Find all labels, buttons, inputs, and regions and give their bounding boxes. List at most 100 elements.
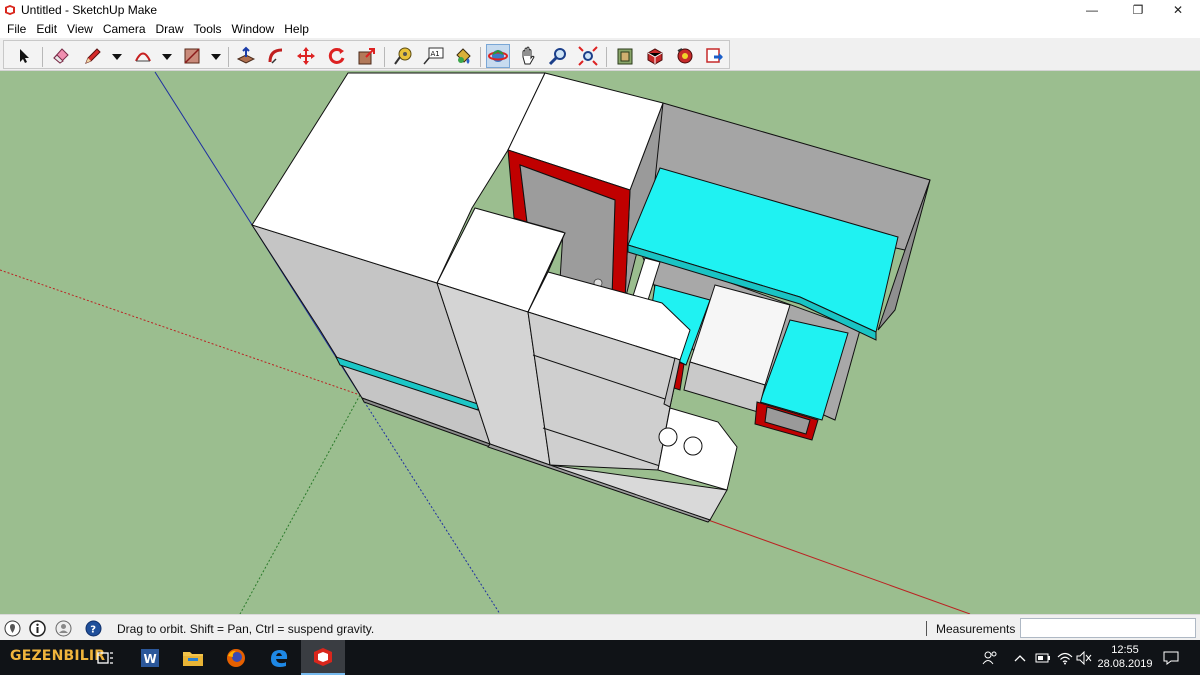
layout-tool[interactable] <box>673 44 697 68</box>
maximize-button[interactable]: ❐ <box>1118 0 1158 20</box>
rectangle-dropdown-chevron-icon[interactable] <box>211 54 221 60</box>
text-label-icon: A1 <box>423 47 444 65</box>
magnifier-icon <box>548 48 566 66</box>
edge-icon <box>271 649 288 667</box>
rectangle-tool[interactable] <box>180 44 204 68</box>
people-icon <box>982 651 997 664</box>
model-viewport[interactable] <box>0 71 1200 614</box>
menu-file[interactable]: File <box>2 20 31 38</box>
clock-date: 28.08.2019 <box>1097 658 1153 670</box>
minimize-button[interactable]: — <box>1072 0 1112 20</box>
orbit-icon <box>488 49 508 62</box>
move-icon <box>297 47 315 65</box>
measurements-divider <box>926 621 927 636</box>
user-account-icon[interactable] <box>55 620 72 637</box>
rectangle-icon <box>184 48 200 64</box>
follow-me-tool[interactable] <box>264 44 288 68</box>
menu-tools[interactable]: Tools <box>189 20 227 38</box>
file-explorer-button[interactable] <box>171 640 215 675</box>
menu-draw[interactable]: Draw <box>151 20 189 38</box>
people-button[interactable] <box>982 640 998 675</box>
toolbar-separator <box>606 47 607 67</box>
battery-icon <box>1035 653 1050 662</box>
scale-icon <box>358 48 375 65</box>
arc-tool[interactable] <box>131 44 155 68</box>
select-tool[interactable] <box>12 44 36 68</box>
sketchup-logo-icon <box>5 5 15 15</box>
getting-started-toolbar: A1 <box>0 38 1200 71</box>
volume-indicator[interactable] <box>1076 640 1092 675</box>
svg-text:W: W <box>144 652 157 666</box>
menu-camera[interactable]: Camera <box>98 20 151 38</box>
toolbar-separator <box>384 47 385 67</box>
firefox-icon <box>227 648 245 667</box>
measurements-input[interactable] <box>1020 618 1196 638</box>
follow-me-icon <box>268 48 283 64</box>
pan-tool[interactable] <box>516 44 540 68</box>
text-tool[interactable]: A1 <box>421 44 445 68</box>
push-pull-tool[interactable] <box>234 44 258 68</box>
show-hidden-icons-button[interactable] <box>1014 640 1026 675</box>
warehouse-icon <box>617 48 633 65</box>
menu-view[interactable]: View <box>62 20 98 38</box>
3d-warehouse-tool[interactable] <box>613 44 637 68</box>
window-title: Untitled - SketchUp Make <box>21 3 158 17</box>
tape-measure-icon <box>394 47 412 65</box>
tape-measure-tool[interactable] <box>391 44 415 68</box>
close-button[interactable]: ✕ <box>1158 0 1198 20</box>
toolbar-separator <box>228 47 229 67</box>
status-hint: Drag to orbit. Shift = Pan, Ctrl = suspe… <box>117 622 375 636</box>
sketchup-taskbar-button[interactable] <box>301 640 345 675</box>
scale-tool[interactable] <box>355 44 379 68</box>
edge-button[interactable] <box>257 640 301 675</box>
pencil-line-tool[interactable] <box>81 44 105 68</box>
word-app-button[interactable]: W <box>128 640 172 675</box>
windows-taskbar: GEZENBILIR W 12:55 28.08.2019 <box>0 640 1200 675</box>
speaker-muted-icon <box>1076 650 1092 665</box>
paint-bucket-icon <box>456 48 471 64</box>
window-controls: — ❐ ✕ <box>1072 0 1200 20</box>
orbit-tool[interactable] <box>486 44 510 68</box>
paint-bucket-tool[interactable] <box>451 44 475 68</box>
credits-info-icon[interactable] <box>29 620 46 637</box>
toolbar-separator <box>480 47 481 67</box>
notification-icon <box>1163 651 1179 665</box>
wifi-indicator[interactable] <box>1057 640 1073 675</box>
close-icon: ✕ <box>1172 3 1184 17</box>
send-to-layout-tool[interactable] <box>703 44 727 68</box>
zoom-extents-tool[interactable] <box>576 44 600 68</box>
rotate-tool[interactable] <box>325 44 349 68</box>
menu-edit[interactable]: Edit <box>31 20 62 38</box>
arrow-cursor-icon <box>20 49 29 63</box>
push-pull-icon <box>236 46 256 64</box>
svg-text:A1: A1 <box>431 50 440 58</box>
extension-warehouse-tool[interactable] <box>643 44 667 68</box>
model-canvas[interactable] <box>0 71 1200 614</box>
battery-indicator[interactable] <box>1035 640 1051 675</box>
measurements-label: Measurements <box>936 622 1016 636</box>
extension-box-icon <box>647 48 663 65</box>
restore-icon: ❐ <box>1132 3 1144 17</box>
rotate-icon <box>328 47 345 64</box>
arc-dropdown-chevron-icon[interactable] <box>162 54 172 60</box>
menu-window[interactable]: Window <box>227 20 280 38</box>
firefox-button[interactable] <box>214 640 258 675</box>
sketchup-window: Untitled - SketchUp Make — ❐ ✕ File Edit… <box>0 0 1200 675</box>
move-tool[interactable] <box>294 44 318 68</box>
system-clock[interactable]: 12:55 28.08.2019 <box>1095 643 1155 671</box>
zoom-tool[interactable] <box>546 44 570 68</box>
title-bar: Untitled - SketchUp Make — ❐ ✕ <box>0 0 1200 20</box>
word-icon: W <box>141 648 159 667</box>
svg-text:?: ? <box>90 625 96 636</box>
task-view-button[interactable] <box>86 640 126 675</box>
help-icon[interactable]: ? <box>85 620 102 637</box>
toolbar-separator <box>42 47 43 67</box>
action-center-button[interactable] <box>1163 640 1179 675</box>
zoom-extents-icon <box>578 46 598 66</box>
menu-help[interactable]: Help <box>279 20 314 38</box>
status-bar: ? Drag to orbit. Shift = Pan, Ctrl = sus… <box>0 614 1200 640</box>
eraser-tool[interactable] <box>49 44 73 68</box>
geo-location-icon[interactable] <box>4 620 21 637</box>
layout-icon <box>677 48 693 64</box>
pencil-dropdown-chevron-icon[interactable] <box>112 54 122 60</box>
